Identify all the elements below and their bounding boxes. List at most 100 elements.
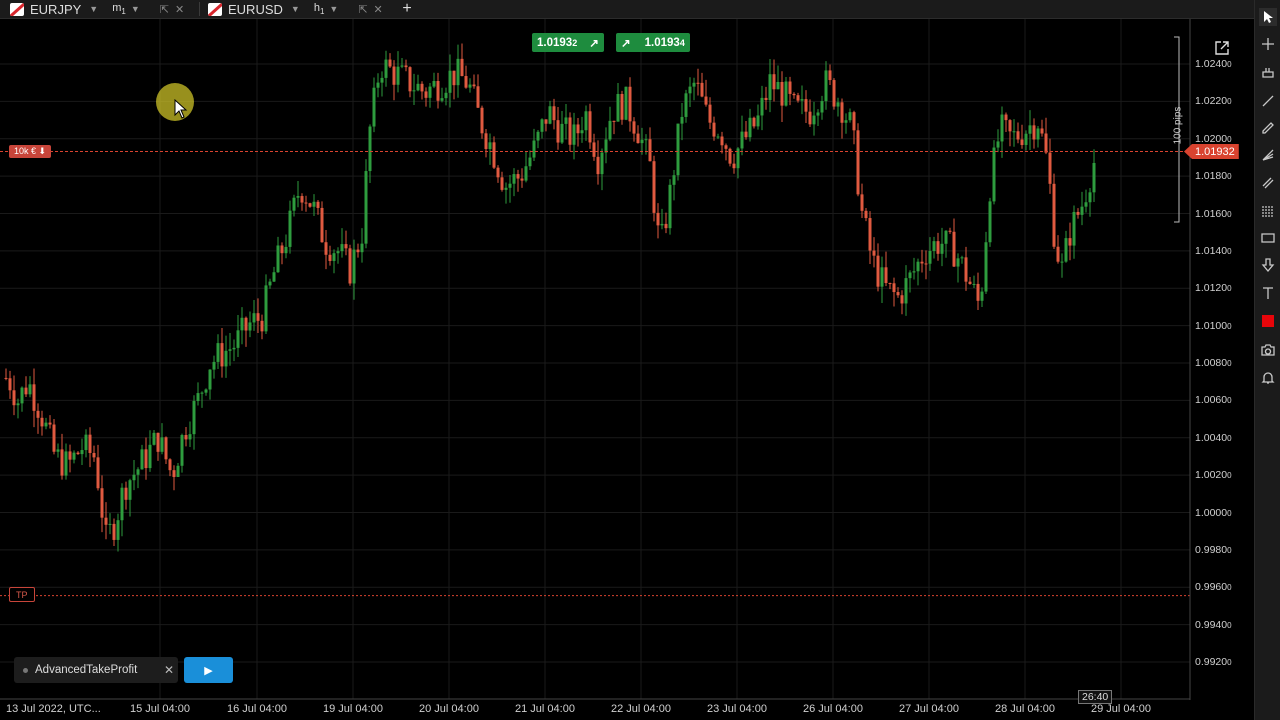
close-tab-icon[interactable]: ✕ (175, 3, 184, 16)
candle-body (912, 271, 916, 273)
text-icon (1263, 287, 1273, 299)
alert-tool[interactable] (1259, 369, 1277, 387)
rectangle-icon (1261, 233, 1275, 243)
candle-body (408, 67, 412, 92)
candle-body (624, 86, 628, 120)
symbol-dropdown-icon[interactable]: ▼ (291, 4, 300, 14)
price-chart[interactable] (0, 19, 1254, 720)
candle-body (256, 313, 260, 321)
candle-body (148, 444, 152, 469)
candle-body (224, 350, 228, 367)
candle-body (32, 384, 36, 411)
candle-body (160, 437, 164, 452)
candle-body (416, 83, 420, 91)
crosshair-tool[interactable] (1259, 35, 1277, 53)
timeframe-selector[interactable]: h1 (314, 2, 325, 16)
channel-tool[interactable] (1259, 174, 1277, 192)
time-tick-label: 27 Jul 04:00 (899, 703, 959, 715)
candle-body (196, 393, 200, 401)
candle-body (796, 95, 800, 101)
text-tool[interactable] (1259, 284, 1277, 302)
detach-icon[interactable]: ⇱ (358, 3, 367, 16)
candle-body (260, 320, 264, 332)
candle-body (484, 133, 488, 149)
time-tick-label: 28 Jul 04:00 (995, 703, 1055, 715)
candle-body (236, 330, 240, 348)
candle-body (852, 112, 856, 131)
buy-button[interactable]: ↗ 1.0193 4 (616, 33, 690, 52)
cbot-instance[interactable]: AdvancedTakeProfit ✕ (14, 657, 178, 683)
take-profit-label[interactable]: TP (9, 587, 35, 602)
screenshot-tool[interactable] (1259, 341, 1277, 359)
candle-body (52, 424, 56, 452)
time-tick-label: 15 Jul 04:00 (130, 703, 190, 715)
candle-body (344, 244, 348, 249)
eurjpy-flag-icon (10, 2, 24, 16)
candle-body (992, 147, 996, 202)
candle-body (760, 97, 764, 116)
symbol-dropdown-icon[interactable]: ▼ (89, 4, 98, 14)
current-price-tag: 1.01932 (1184, 144, 1239, 159)
candle-body (552, 106, 556, 121)
fibonacci-tool[interactable] (1259, 146, 1277, 164)
timeframe-selector[interactable]: m1 (112, 2, 126, 16)
candle-body (64, 451, 68, 476)
candle-body (448, 70, 452, 93)
candle-body (1008, 120, 1012, 132)
candle-body (536, 131, 540, 141)
candle-body (476, 86, 480, 108)
pips-label: 100 pips (1172, 106, 1184, 145)
candle-body (168, 459, 172, 471)
price-tick-label: 1.00800 (1195, 357, 1232, 369)
trend-line-tool[interactable] (1259, 92, 1277, 110)
levels-icon (1262, 206, 1274, 217)
drawing-toolbar (1254, 0, 1280, 720)
candle-body (976, 283, 980, 301)
candle-body (1016, 131, 1020, 140)
timeframe-dropdown-icon[interactable]: ▼ (131, 4, 140, 14)
candle-body (220, 343, 224, 367)
candle-body (900, 295, 904, 304)
add-tab-button[interactable]: + (398, 0, 416, 18)
candle-body (588, 111, 592, 143)
detach-icon[interactable]: ⇱ (160, 3, 169, 16)
candle-body (980, 291, 984, 301)
sell-button[interactable]: 1.0193 2 ↗ (532, 33, 604, 52)
rectangle-tool[interactable] (1259, 229, 1277, 247)
candle-body (660, 223, 664, 226)
cbot-play-button[interactable]: ▶ (184, 657, 233, 683)
close-tab-icon[interactable]: ✕ (374, 3, 383, 16)
cbot-close-icon[interactable]: ✕ (164, 663, 174, 677)
candle-body (1012, 131, 1016, 133)
candle-body (656, 212, 660, 226)
price-tick-label: 0.99600 (1195, 581, 1232, 594)
ruler-tool[interactable] (1259, 63, 1277, 81)
candle-body (1092, 162, 1096, 193)
pencil-tool[interactable] (1259, 119, 1277, 137)
tab-eurusd[interactable]: EURUSD ▼ h1 ▼ ⇱ ✕ (208, 0, 383, 18)
tab-eurjpy[interactable]: EURJPY ▼ m1 ▼ ⇱ ✕ (10, 0, 184, 18)
candle-body (1084, 202, 1088, 207)
candle-body (184, 435, 188, 440)
candle-body (340, 244, 344, 252)
timeframe-dropdown-icon[interactable]: ▼ (329, 4, 338, 14)
candle-body (832, 80, 836, 107)
candle-body (512, 174, 516, 184)
expand-icon[interactable] (1213, 39, 1231, 57)
candle-body (204, 389, 208, 393)
candle-body (324, 242, 328, 255)
position-label[interactable]: 10k € ⬇ (9, 145, 52, 158)
candle-body (436, 81, 440, 101)
candle-body (16, 403, 20, 406)
candle-body (268, 281, 272, 286)
candle-body (124, 487, 128, 500)
arrow-tool[interactable] (1259, 256, 1277, 274)
candle-body (816, 112, 820, 116)
candle-body (248, 322, 252, 331)
candle-body (996, 141, 1000, 148)
color-picker[interactable] (1259, 312, 1277, 330)
candle-body (464, 76, 468, 88)
levels-tool[interactable] (1259, 202, 1277, 220)
pointer-tool[interactable] (1259, 8, 1277, 26)
candle-body (640, 139, 644, 144)
